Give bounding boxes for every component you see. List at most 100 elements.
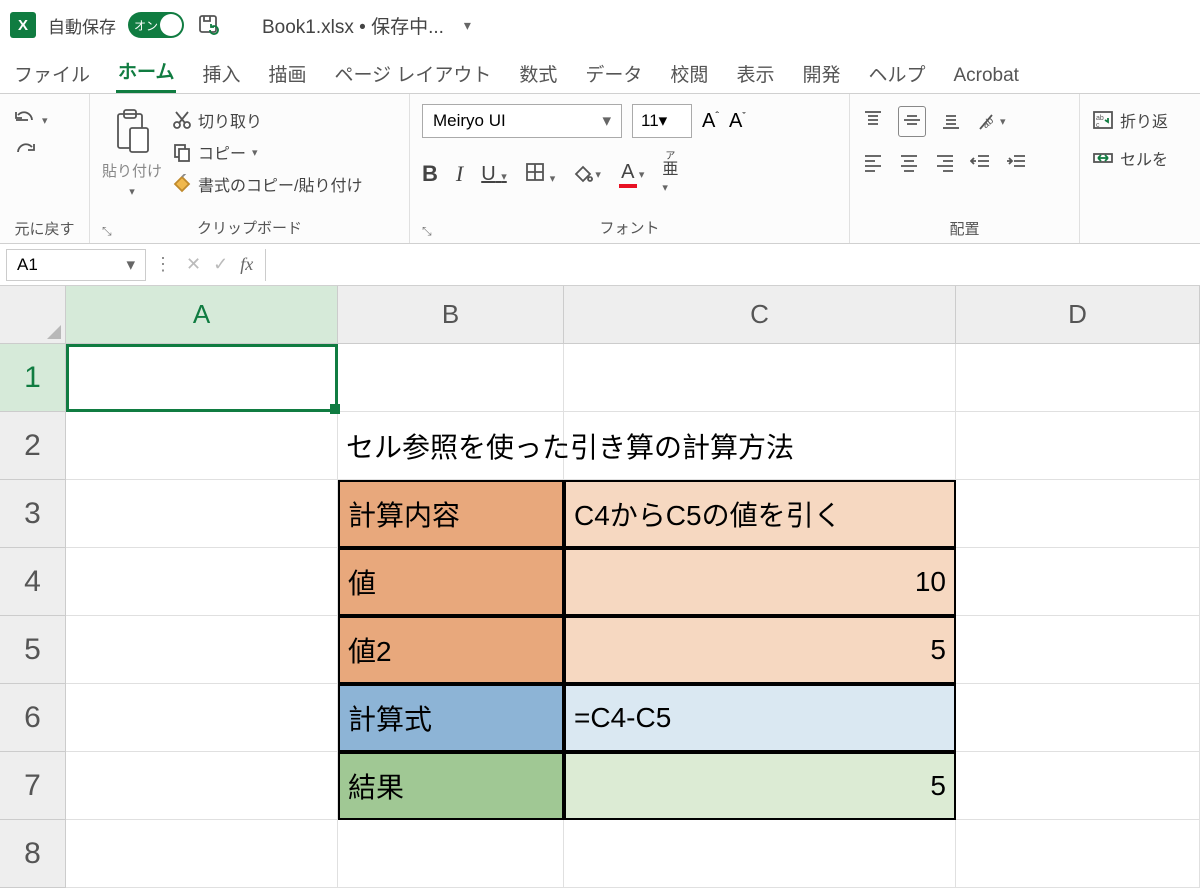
toggle-knob-icon <box>160 14 182 36</box>
align-middle-button[interactable] <box>898 106 926 137</box>
cell-B2[interactable]: セル参照を使った引き算の計算方法 <box>338 412 956 480</box>
copy-button[interactable]: コピー ▾ <box>172 140 362 164</box>
increase-indent-button[interactable] <box>1006 151 1028 176</box>
cell-A2[interactable] <box>66 412 338 480</box>
cell-A7[interactable] <box>66 752 338 820</box>
svg-text:ab: ab <box>1096 115 1104 122</box>
formula-ok-button[interactable]: ✓ <box>207 254 234 275</box>
tab-insert[interactable]: 挿入 <box>200 54 242 93</box>
cell-B6[interactable]: 計算式 <box>338 684 564 752</box>
cell-A1[interactable] <box>66 344 338 412</box>
decrease-font-button[interactable]: Aˇ <box>729 110 746 133</box>
increase-font-button[interactable]: Aˆ <box>702 110 719 133</box>
row-header-8[interactable]: 8 <box>0 820 66 888</box>
tab-page-layout[interactable]: ページ レイアウト <box>332 54 493 93</box>
row-header-2[interactable]: 2 <box>0 412 66 480</box>
decrease-indent-button[interactable] <box>970 151 992 176</box>
formula-input[interactable] <box>265 249 1200 281</box>
file-title: Book1.xlsx • 保存中... <box>262 12 444 39</box>
cell-C7[interactable]: 5 <box>564 752 956 820</box>
paste-button[interactable]: 貼り付け ▾ <box>102 102 162 198</box>
row-header-5[interactable]: 5 <box>0 616 66 684</box>
tab-developer[interactable]: 開発 <box>800 54 842 93</box>
cell-A3[interactable] <box>66 480 338 548</box>
cell-C3[interactable]: C4からC5の値を引く <box>564 480 956 548</box>
tab-data[interactable]: データ <box>583 54 644 93</box>
wrap-text-button[interactable]: abc 折り返 <box>1092 108 1168 132</box>
undo-button[interactable]: ▾ <box>12 110 48 130</box>
row-header-1[interactable]: 1 <box>0 344 66 412</box>
col-header-B[interactable]: B <box>338 286 564 344</box>
cell-B1[interactable] <box>338 344 564 412</box>
cell-C4[interactable]: 10 <box>564 548 956 616</box>
cell-D8[interactable] <box>956 820 1200 888</box>
cell-C8[interactable] <box>564 820 956 888</box>
cell-A4[interactable] <box>66 548 338 616</box>
dialog-launcher-icon[interactable]: ⤡ <box>422 224 835 239</box>
row-header-4[interactable]: 4 <box>0 548 66 616</box>
align-top-button[interactable] <box>862 109 884 134</box>
orientation-button[interactable]: ab ▾ <box>976 111 1006 133</box>
tab-view[interactable]: 表示 <box>734 54 776 93</box>
cell-D3[interactable] <box>956 480 1200 548</box>
cell-B4[interactable]: 値 <box>338 548 564 616</box>
tab-help[interactable]: ヘルプ <box>866 54 927 93</box>
tab-draw[interactable]: 描画 <box>266 54 308 93</box>
font-name-select[interactable]: Meiryo UI ▾ <box>422 104 622 138</box>
chevron-down-icon: ▾ <box>252 146 258 159</box>
tab-acrobat[interactable]: Acrobat <box>951 59 1020 93</box>
cell-A6[interactable] <box>66 684 338 752</box>
cell-D7[interactable] <box>956 752 1200 820</box>
font-color-button[interactable]: A ▾ <box>619 161 645 188</box>
cell-C1[interactable] <box>564 344 956 412</box>
row-header-3[interactable]: 3 <box>0 480 66 548</box>
select-all-corner[interactable] <box>0 286 66 344</box>
tab-file[interactable]: ファイル <box>12 54 92 93</box>
cell-A5[interactable] <box>66 616 338 684</box>
bold-button[interactable]: B <box>422 161 438 187</box>
row-header-6[interactable]: 6 <box>0 684 66 752</box>
cut-button[interactable]: 切り取り <box>172 108 362 132</box>
cell-D2[interactable] <box>956 412 1200 480</box>
col-header-D[interactable]: D <box>956 286 1200 344</box>
tab-formulas[interactable]: 数式 <box>517 54 559 93</box>
align-bottom-button[interactable] <box>940 109 962 134</box>
tab-review[interactable]: 校閲 <box>668 54 710 93</box>
cell-B7[interactable]: 結果 <box>338 752 564 820</box>
title-dropdown-icon[interactable]: ▾ <box>464 17 471 34</box>
fx-icon[interactable]: fx <box>234 254 259 275</box>
tab-home[interactable]: ホーム <box>116 51 176 93</box>
save-refresh-icon[interactable] <box>196 12 220 39</box>
name-box[interactable]: A1 ▾ <box>6 249 146 281</box>
phonetic-button[interactable]: ア亜 ▾ <box>662 152 678 196</box>
format-painter-button[interactable]: 書式のコピー/貼り付け <box>172 172 362 196</box>
col-header-A[interactable]: A <box>66 286 338 344</box>
autosave-toggle[interactable]: オン <box>128 12 184 38</box>
cell-D5[interactable] <box>956 616 1200 684</box>
font-name-value: Meiryo UI <box>433 111 506 131</box>
cell-C6[interactable]: =C4-C5 <box>564 684 956 752</box>
cell-B3[interactable]: 計算内容 <box>338 480 564 548</box>
cell-C5[interactable]: 5 <box>564 616 956 684</box>
underline-button[interactable]: U ▾ <box>481 163 507 186</box>
fill-color-button[interactable]: ▾ <box>573 165 601 183</box>
cell-D1[interactable] <box>956 344 1200 412</box>
italic-button[interactable]: I <box>456 161 463 187</box>
cell-D6[interactable] <box>956 684 1200 752</box>
align-center-button[interactable] <box>898 151 920 176</box>
cell-D4[interactable] <box>956 548 1200 616</box>
dialog-launcher-icon[interactable]: ⤡ <box>102 224 395 239</box>
font-size-select[interactable]: 11 ▾ <box>632 104 692 138</box>
cell-A8[interactable] <box>66 820 338 888</box>
row-header-7[interactable]: 7 <box>0 752 66 820</box>
chevron-down-icon: ▾ <box>42 114 48 127</box>
align-right-button[interactable] <box>934 151 956 176</box>
redo-button[interactable] <box>12 142 48 162</box>
formula-cancel-button[interactable]: ✕ <box>180 254 207 275</box>
border-button[interactable]: ▾ <box>525 162 556 187</box>
align-left-button[interactable] <box>862 151 884 176</box>
merge-button[interactable]: セルを <box>1092 146 1168 170</box>
col-header-C[interactable]: C <box>564 286 956 344</box>
cell-B5[interactable]: 値2 <box>338 616 564 684</box>
cell-B8[interactable] <box>338 820 564 888</box>
